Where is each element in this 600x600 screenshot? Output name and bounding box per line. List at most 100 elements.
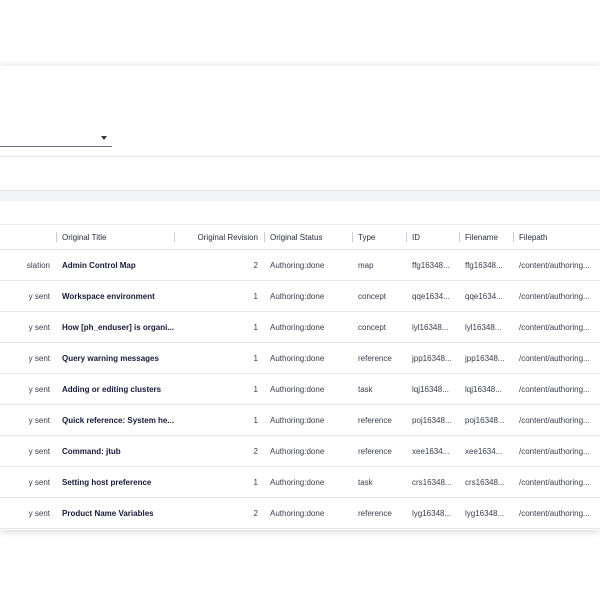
original-status-cell: Authoring:done bbox=[264, 373, 352, 405]
type-cell: reference bbox=[352, 342, 406, 374]
id-cell: jpp16348... bbox=[406, 342, 459, 374]
title-cell: Adding or editing clusters bbox=[56, 373, 174, 405]
filename-cell: crs16348... bbox=[459, 466, 513, 498]
id-cell: lqj16348... bbox=[406, 373, 459, 405]
id-cell: lyl16348... bbox=[406, 311, 459, 343]
column-header-original-title[interactable]: Original Title bbox=[56, 224, 174, 250]
id-cell: crs16348... bbox=[406, 466, 459, 498]
id-cell: qqe1634... bbox=[406, 280, 459, 312]
status-cell: y sent bbox=[0, 311, 56, 343]
revision-cell: 1 bbox=[174, 342, 264, 374]
column-separator[interactable] bbox=[459, 232, 460, 242]
title-cell: Product Name Variables bbox=[56, 497, 174, 529]
filename-cell: qqe1634... bbox=[459, 280, 513, 312]
original-status-cell: Authoring:done bbox=[264, 311, 352, 343]
revision-cell: 1 bbox=[174, 404, 264, 436]
column-header-status[interactable] bbox=[0, 224, 56, 250]
type-cell: reference bbox=[352, 497, 406, 529]
revision-cell: 1 bbox=[174, 373, 264, 405]
filename-cell: lyl16348... bbox=[459, 311, 513, 343]
title-cell: Quick reference: System he... bbox=[56, 404, 174, 436]
revision-cell: 1 bbox=[174, 311, 264, 343]
title-cell: Admin Control Map bbox=[56, 249, 174, 281]
status-cell: y sent bbox=[0, 466, 56, 498]
id-cell: lyg16348... bbox=[406, 497, 459, 529]
column-separator[interactable] bbox=[264, 232, 265, 242]
type-cell: concept bbox=[352, 311, 406, 343]
table-row[interactable]: y sent Quick reference: System he... 1 A… bbox=[0, 404, 600, 436]
original-status-cell: Authoring:done bbox=[264, 435, 352, 467]
filepath-cell: /content/authoring... bbox=[513, 373, 600, 405]
column-header-type[interactable]: Type bbox=[352, 224, 406, 250]
table-row[interactable]: y sent Workspace environment 1 Authoring… bbox=[0, 280, 600, 312]
column-separator[interactable] bbox=[352, 232, 353, 242]
type-cell: map bbox=[352, 249, 406, 281]
original-status-cell: Authoring:done bbox=[264, 497, 352, 529]
filepath-cell: /content/authoring... bbox=[513, 311, 600, 343]
column-separator[interactable] bbox=[513, 232, 514, 242]
column-separator[interactable] bbox=[56, 232, 57, 242]
column-header-original-status[interactable]: Original Status bbox=[264, 224, 352, 250]
revision-cell: 2 bbox=[174, 497, 264, 529]
chevron-down-icon[interactable] bbox=[101, 136, 107, 140]
filepath-cell: /content/authoring... bbox=[513, 435, 600, 467]
status-cell: y sent bbox=[0, 404, 56, 436]
table-header-row: Original Title Original Revision Origina… bbox=[0, 224, 600, 250]
filepath-cell: /content/authoring... bbox=[513, 249, 600, 281]
id-cell: xee1634... bbox=[406, 435, 459, 467]
panel-header bbox=[0, 66, 600, 157]
title-cell: Workspace environment bbox=[56, 280, 174, 312]
status-cell: y sent bbox=[0, 373, 56, 405]
toolbar-band bbox=[0, 157, 600, 191]
type-cell: task bbox=[352, 466, 406, 498]
original-status-cell: Authoring:done bbox=[264, 280, 352, 312]
filename-cell: jpp16348... bbox=[459, 342, 513, 374]
table-row[interactable]: slation Admin Control Map 2 Authoring:do… bbox=[0, 249, 600, 281]
original-status-cell: Authoring:done bbox=[264, 249, 352, 281]
column-separator[interactable] bbox=[406, 232, 407, 242]
type-cell: reference bbox=[352, 404, 406, 436]
filename-cell: ffg16348... bbox=[459, 249, 513, 281]
title-cell: Command: jtub bbox=[56, 435, 174, 467]
column-header-original-revision[interactable]: Original Revision bbox=[174, 224, 264, 250]
filename-cell: xee1634... bbox=[459, 435, 513, 467]
column-separator[interactable] bbox=[174, 232, 175, 242]
filepath-cell: /content/authoring... bbox=[513, 466, 600, 498]
filename-cell: poj16348... bbox=[459, 404, 513, 436]
type-cell: task bbox=[352, 373, 406, 405]
status-cell: y sent bbox=[0, 435, 56, 467]
table-row[interactable]: y sent Setting host preference 1 Authori… bbox=[0, 466, 600, 498]
type-cell: reference bbox=[352, 435, 406, 467]
id-cell: poj16348... bbox=[406, 404, 459, 436]
results-table: Original Title Original Revision Origina… bbox=[0, 224, 600, 529]
table-row[interactable]: y sent How [ph_enduser] is organi... 1 A… bbox=[0, 311, 600, 343]
filepath-cell: /content/authoring... bbox=[513, 497, 600, 529]
revision-cell: 1 bbox=[174, 466, 264, 498]
filepath-cell: /content/authoring... bbox=[513, 404, 600, 436]
original-status-cell: Authoring:done bbox=[264, 342, 352, 374]
filename-cell: lyg16348... bbox=[459, 497, 513, 529]
filename-cell: lqj16348... bbox=[459, 373, 513, 405]
table-row[interactable]: y sent Adding or editing clusters 1 Auth… bbox=[0, 373, 600, 405]
status-cell: y sent bbox=[0, 342, 56, 374]
revision-cell: 2 bbox=[174, 435, 264, 467]
type-cell: concept bbox=[352, 280, 406, 312]
table-row[interactable]: y sent Query warning messages 1 Authorin… bbox=[0, 342, 600, 374]
title-cell: How [ph_enduser] is organi... bbox=[56, 311, 174, 343]
filepath-cell: /content/authoring... bbox=[513, 280, 600, 312]
column-header-filename[interactable]: Filename bbox=[459, 224, 513, 250]
status-cell: y sent bbox=[0, 280, 56, 312]
title-cell: Query warning messages bbox=[56, 342, 174, 374]
column-header-filepath[interactable]: Filepath bbox=[513, 224, 600, 250]
revision-cell: 1 bbox=[174, 280, 264, 312]
table-row[interactable]: y sent Command: jtub 2 Authoring:done re… bbox=[0, 435, 600, 467]
status-cell: y sent bbox=[0, 497, 56, 529]
original-status-cell: Authoring:done bbox=[264, 404, 352, 436]
results-table-container: Original Title Original Revision Origina… bbox=[0, 224, 600, 529]
filter-dropdown[interactable] bbox=[0, 128, 112, 147]
status-cell: slation bbox=[0, 249, 56, 281]
table-row[interactable]: y sent Product Name Variables 2 Authorin… bbox=[0, 497, 600, 529]
column-header-id[interactable]: ID bbox=[406, 224, 459, 250]
title-cell: Setting host preference bbox=[56, 466, 174, 498]
filepath-cell: /content/authoring... bbox=[513, 342, 600, 374]
